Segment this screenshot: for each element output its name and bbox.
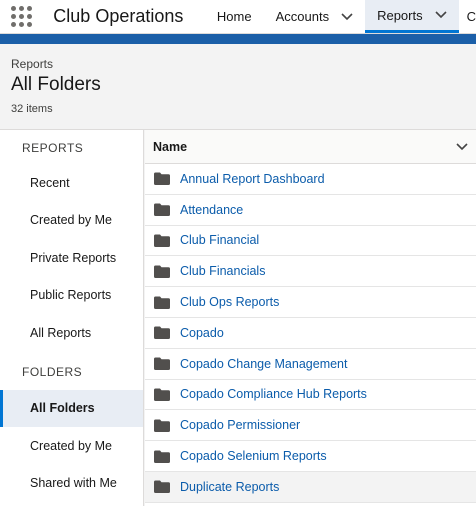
nav-tab-label: Reports [377,7,423,23]
folder-link[interactable]: Attendance [180,203,243,217]
nav-tab-overflow[interactable]: C [459,0,476,33]
nav-tab-home[interactable]: Home [205,0,264,33]
table-row[interactable]: Copado Permissioner [145,410,476,442]
folder-link[interactable]: Copado Selenium Reports [180,449,327,463]
nav-tab-label: Home [216,9,252,24]
table-row[interactable]: Copado [145,318,476,349]
chevron-down-icon[interactable] [435,11,447,19]
table-row[interactable]: Duplicate Reports [145,471,476,503]
column-header-name[interactable]: Name [145,130,476,164]
sidebar-item-recent[interactable]: Recent [0,164,143,202]
table-row[interactable]: Copado Selenium Reports [145,441,476,472]
folder-icon [154,172,170,186]
section-heading-folders: FOLDERS [22,364,83,379]
folder-icon [154,388,170,401]
chevron-down-icon[interactable] [341,12,353,21]
folder-link[interactable]: Copado Change Management [180,357,347,371]
folder-link[interactable]: Annual Report Dashboard [180,172,325,186]
folder-link[interactable]: Copado [180,326,224,340]
nav-tab-label: Accounts [275,9,330,24]
table-row[interactable]: Annual Report Dashboard [145,164,476,195]
nav-tab-accounts[interactable]: Accounts [264,0,365,33]
reports-sidebar: REPORTS Recent Created by Me Private Rep… [0,130,144,506]
global-nav-bar: Club Operations Home Accounts Reports C [0,0,476,34]
folders-list: Name Annual Report Dashboard Attendance … [145,130,476,506]
table-row[interactable]: Copado Change Management [145,349,476,380]
folder-icon [154,357,170,371]
folder-link[interactable]: Duplicate Reports [180,480,279,494]
folder-icon [154,419,170,432]
sidebar-item-all-folders[interactable]: All Folders [0,389,143,427]
sidebar-item-all-reports[interactable]: All Reports [0,314,143,352]
folder-link[interactable]: Copado Permissioner [180,418,300,432]
column-header-label: Name [153,139,188,154]
folder-icon [154,234,170,247]
table-row[interactable]: Club Financials [145,256,476,288]
breadcrumb[interactable]: Reports [11,57,465,71]
sidebar-item-private-reports[interactable]: Private Reports [0,239,143,277]
folder-link[interactable]: Copado Compliance Hub Reports [180,387,367,401]
sidebar-item-public-reports[interactable]: Public Reports [0,277,143,315]
folder-icon [154,203,170,217]
folder-icon [154,326,170,340]
chevron-down-icon[interactable] [456,142,468,151]
item-count: 32 items [11,103,53,115]
sidebar-item-folders-created-by-me[interactable]: Created by Me [0,427,143,465]
app-name: Club Operations [53,6,184,26]
table-row[interactable]: Club Ops Reports [145,287,476,318]
folder-icon [154,450,170,463]
table-row[interactable]: Attendance [145,195,476,226]
folder-icon [154,480,170,494]
page-title: All Folders [11,74,101,95]
waffle-icon [11,6,33,27]
nav-tab-reports[interactable]: Reports [365,0,459,33]
folder-icon [154,296,170,309]
sidebar-item-shared-with-me[interactable]: Shared with Me [0,465,143,503]
folder-icon [154,265,170,278]
folder-link[interactable]: Club Financial [180,233,259,247]
app-launcher-button[interactable] [0,0,43,33]
table-row[interactable]: Copado Compliance Hub Reports [145,380,476,411]
table-row[interactable]: Club Financial [145,226,476,257]
page-header: Reports All Folders 32 items [0,44,476,130]
nav-tab-label: C [466,9,476,24]
section-heading-reports: REPORTS [22,141,84,155]
folder-link[interactable]: Club Financials [180,264,265,278]
folder-link[interactable]: Club Ops Reports [180,295,279,309]
sidebar-item-created-by-me[interactable]: Created by Me [0,202,143,240]
brand-stripe [0,34,476,44]
